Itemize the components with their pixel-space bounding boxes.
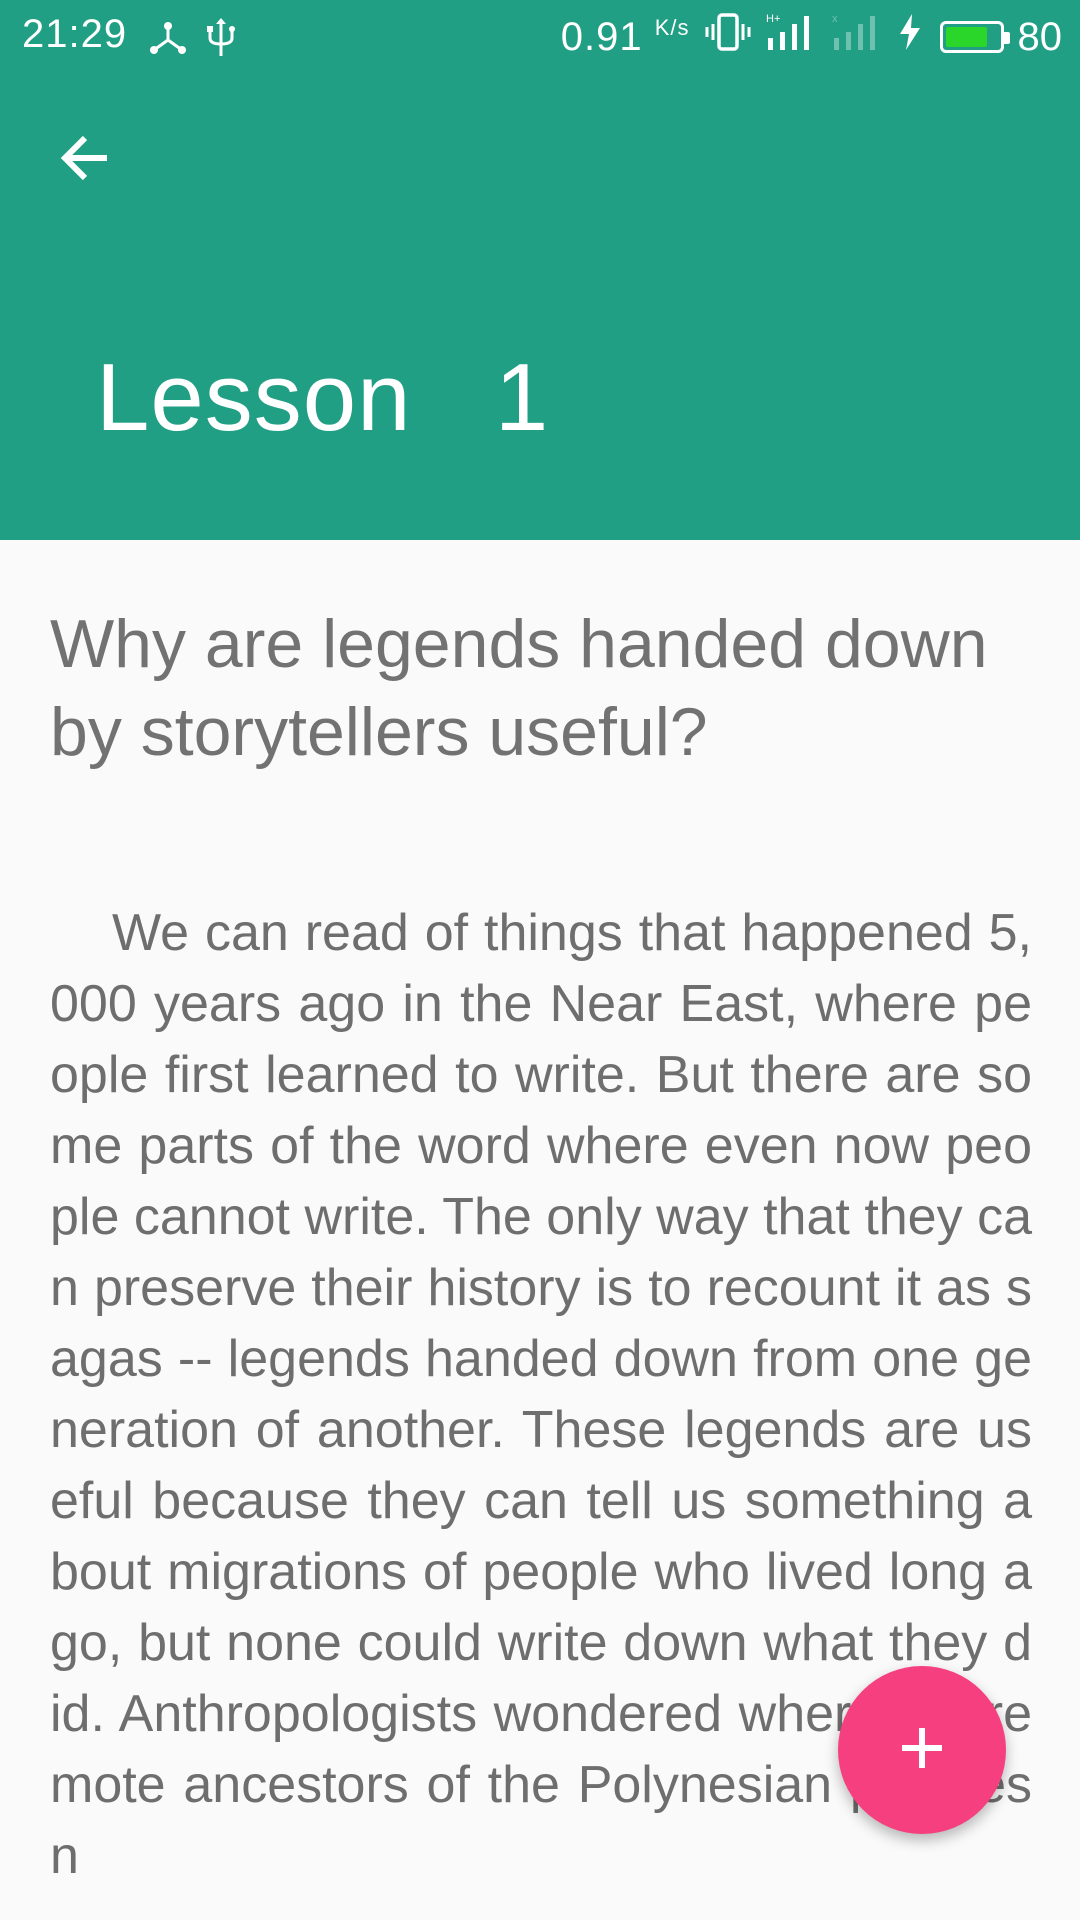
svg-text:x: x — [832, 13, 838, 25]
signal-h-icon: H+ — [766, 12, 818, 62]
app-bar: 21:29 0.91 K/s H+ x 80 Lesson 1 — [0, 0, 1080, 540]
back-button[interactable] — [40, 120, 130, 200]
arrow-left-icon — [59, 134, 111, 187]
battery-fill — [945, 27, 988, 47]
svg-text:H+: H+ — [766, 13, 780, 25]
status-left-icons — [148, 18, 236, 68]
add-button[interactable] — [838, 1666, 1006, 1834]
battery-icon — [939, 21, 1010, 53]
status-right: 0.91 K/s H+ x 80 — [561, 12, 1062, 62]
status-bar: 21:29 0.91 K/s H+ x 80 — [0, 0, 1080, 76]
vibrate-icon — [704, 12, 752, 62]
net-speed-value: 0.91 — [560, 14, 643, 59]
connection-icon — [148, 20, 188, 66]
net-speed: 0.91 K/s — [561, 15, 690, 60]
lesson-question: Why are legends handed down by storytell… — [50, 606, 988, 770]
net-speed-unit: K/s — [654, 14, 690, 40]
usb-icon — [206, 18, 236, 68]
page-title: Lesson 1 — [96, 344, 550, 451]
battery-level: 80 — [1017, 14, 1063, 59]
status-time: 21:29 — [22, 12, 128, 56]
plus-icon — [898, 1724, 946, 1777]
charging-icon — [898, 12, 922, 62]
signal-empty-icon: x — [832, 12, 884, 62]
